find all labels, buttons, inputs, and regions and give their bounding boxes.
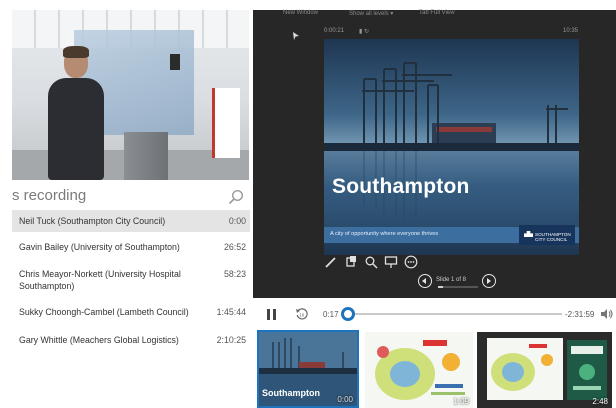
viewer-toolbar: New Window Show all levels ▾ Tab Full Vi… (253, 10, 616, 20)
banner-stand (212, 88, 240, 158)
show-levels-button[interactable]: Show all levels ▾ (349, 10, 393, 17)
slide-viewer: New Window Show all levels ▾ Tab Full Vi… (253, 10, 616, 298)
index-item[interactable]: Gavin Bailey (University of Southampton)… (12, 236, 250, 260)
progress-thumb[interactable] (341, 307, 356, 321)
index-item-name: Sukky Choongh-Cambel (Lambeth Council) (19, 307, 189, 317)
slide-clock: 10:35 (563, 28, 579, 34)
index-item-name: Gary Whittle (Meachers Global Logistics) (19, 335, 179, 345)
index-item-time: 58:23 (223, 269, 246, 279)
index-list: Neil Tuck (Southampton City Council) 0:0… (12, 210, 250, 353)
slide-progress-bar (438, 286, 478, 288)
slide-thumbnail[interactable]: 1:09 (365, 332, 473, 408)
zoom-icon[interactable] (364, 255, 378, 269)
index-item-time: 26:52 (223, 242, 246, 252)
council-logo: SOUTHAMPTON CITY COUNCIL (519, 225, 575, 245)
index-header: s recording (0, 184, 249, 210)
annotation-tools (324, 255, 444, 273)
more-icon[interactable] (404, 255, 418, 269)
eraser-icon[interactable] (344, 255, 358, 269)
index-item-time: 2:10:25 (216, 335, 246, 345)
full-view-button[interactable]: Tab Full View (419, 10, 455, 16)
previous-slide-button[interactable] (418, 274, 432, 288)
index-item[interactable]: Chris Meayor-Norkett (University Hospita… (12, 263, 250, 297)
svg-text:10: 10 (299, 313, 305, 318)
slide-elapsed: 0:00:21 (324, 28, 345, 34)
search-icon[interactable] (228, 189, 244, 205)
index-item-name: Gavin Bailey (University of Southampton) (19, 242, 180, 252)
pointer-icon (293, 32, 299, 40)
next-slide-button[interactable] (482, 274, 496, 288)
index-item-name: Neil Tuck (Southampton City Council) (19, 216, 166, 226)
thumbnail-time: 2:48 (592, 397, 608, 406)
index-item[interactable]: Gary Whittle (Meachers Global Logistics)… (12, 329, 250, 353)
slide: Southampton A city of opportunity where … (324, 39, 579, 255)
pin-icon[interactable]: ▮ ↻ (359, 28, 369, 35)
rewind-10-icon[interactable]: 10 (295, 307, 309, 321)
slide-progress-fill (438, 286, 443, 288)
presenter (46, 46, 108, 180)
slide-navigation: Slide 1 of 8 (418, 274, 498, 292)
cranes-image (324, 62, 579, 229)
slide-thumbnail[interactable]: Southampton 0:00 (257, 330, 359, 408)
slide-thumbnails: Southampton 0:00 1:09 2:48 (253, 330, 616, 408)
viewer-meta: 0:00:21 ▮ ↻ 10:35 (253, 28, 616, 38)
camera-video[interactable] (12, 10, 249, 180)
wall-speaker (170, 54, 180, 70)
pen-icon[interactable] (324, 255, 338, 269)
volume-icon[interactable] (600, 307, 614, 321)
thumbnail-time: 0:00 (337, 395, 353, 404)
thumbnail-title: Southampton (262, 388, 320, 398)
index-item[interactable]: Neil Tuck (Southampton City Council) 0:0… (12, 210, 250, 232)
transport-bar: 10 0:17 -2:31:59 (253, 298, 616, 330)
slide-counter: Slide 1 of 8 (436, 277, 467, 283)
index-item-name: Chris Meayor-Norkett (University Hospita… (19, 269, 181, 291)
progress-track[interactable] (341, 307, 562, 321)
index-item-time: 0:00 (228, 216, 246, 226)
index-title: s recording (12, 187, 87, 204)
slide-thumbnail[interactable]: 2:48 (477, 332, 612, 408)
slide-title: Southampton (332, 175, 470, 198)
index-item-time: 1:45:44 (216, 307, 246, 317)
time-remaining: -2:31:59 (565, 310, 595, 319)
index-item[interactable]: Sukky Choongh-Cambel (Lambeth Council) 1… (12, 301, 250, 325)
thumbnail-time: 1:09 (453, 397, 469, 406)
slide-tagline: A city of opportunity where everyone thr… (330, 231, 439, 237)
pause-icon[interactable] (267, 309, 277, 320)
new-window-button[interactable]: New Window (283, 10, 318, 16)
screen-icon[interactable] (384, 255, 398, 269)
time-current: 0:17 (323, 310, 339, 319)
recording-player: s recording Neil Tuck (Southampton City … (0, 0, 616, 408)
lectern (124, 132, 168, 180)
